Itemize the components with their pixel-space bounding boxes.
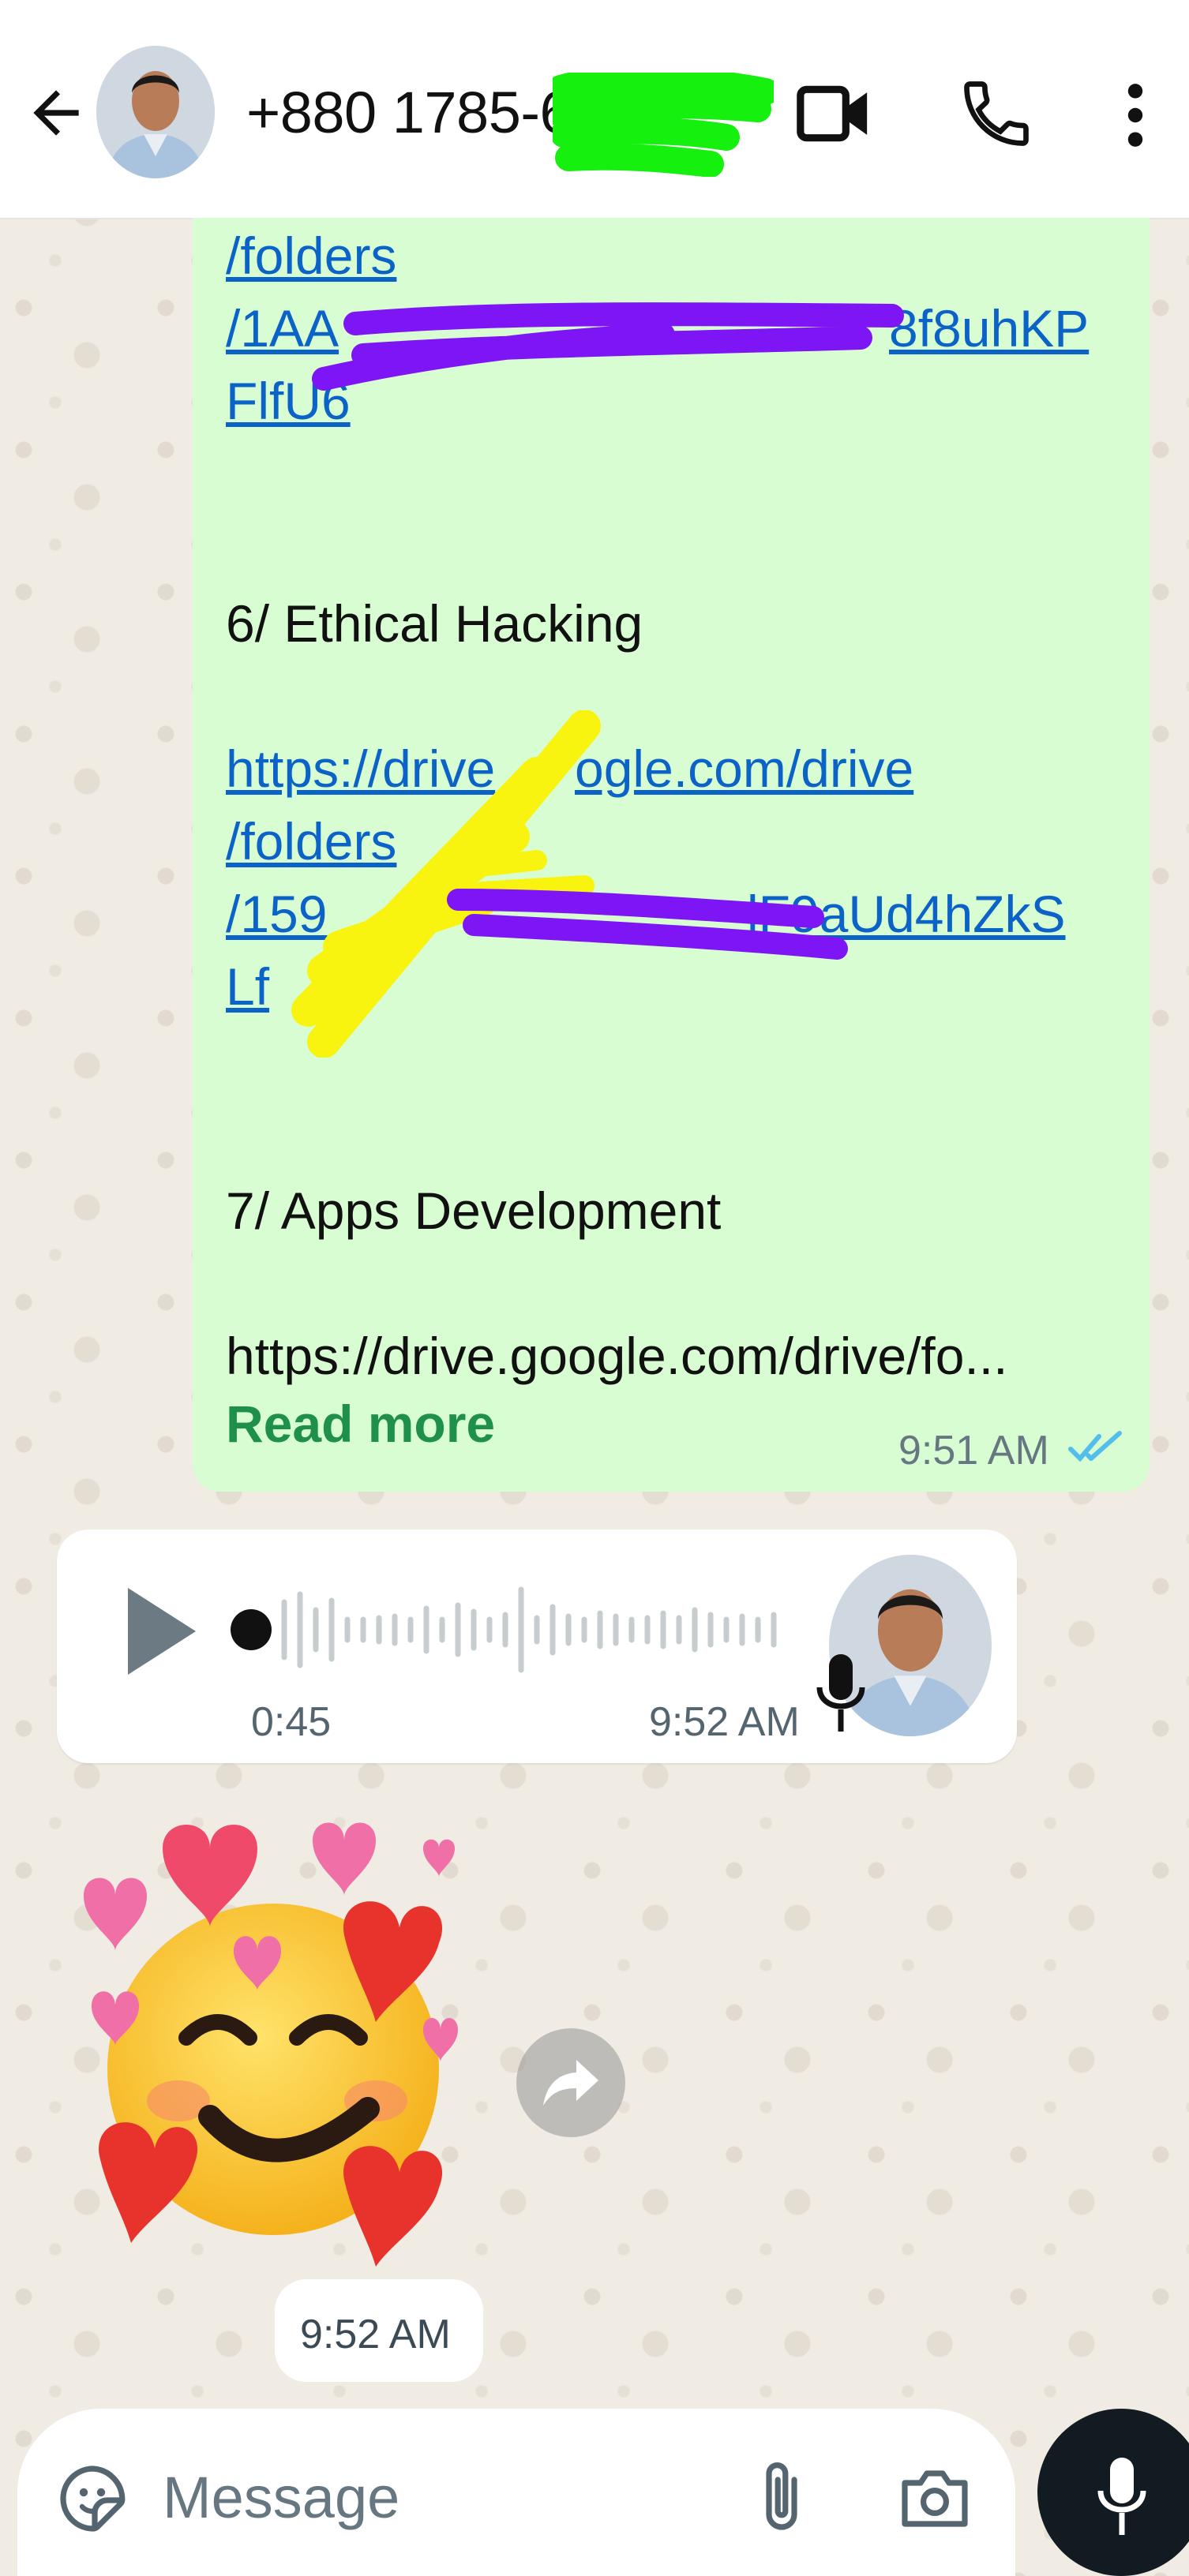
smiling-face-with-hearts-sticker[interactable] (76, 1801, 486, 2275)
voice-waveform[interactable] (229, 1578, 797, 1681)
attach-icon[interactable] (750, 2458, 813, 2540)
forward-button[interactable] (516, 2028, 625, 2137)
voice-duration: 0:45 (251, 1699, 332, 1745)
redaction-scribble (447, 889, 848, 960)
contact-name[interactable]: +880 1785-63 (246, 79, 604, 146)
video-call-icon[interactable] (794, 77, 873, 150)
phone-icon[interactable] (957, 74, 1036, 153)
contact-avatar[interactable] (96, 46, 215, 178)
camera-icon[interactable] (895, 2461, 974, 2537)
more-vert-icon[interactable] (1112, 79, 1159, 152)
message-text: https://drive.google.com/drive/fo... (226, 1327, 1008, 1385)
play-icon[interactable] (123, 1585, 199, 1678)
message-composer (17, 2409, 1015, 2576)
message-text: 6/ Ethical Hacking (226, 594, 643, 653)
back-arrow-icon[interactable] (22, 79, 90, 147)
redaction-scribble (553, 73, 774, 177)
sticker-icon[interactable] (55, 2461, 131, 2537)
forward-icon (543, 2060, 598, 2106)
microphone-icon (1097, 2458, 1146, 2535)
message-timestamp: 9:52 AM (649, 1699, 800, 1745)
message-input[interactable] (161, 2453, 717, 2541)
message-link[interactable]: ogle.com/drive (575, 739, 913, 799)
message-link[interactable]: Lf (226, 957, 269, 1017)
message-timestamp: 9:51 AM (898, 1428, 1049, 1473)
read-more-link[interactable]: Read more (226, 1394, 495, 1454)
chat-header: +880 1785-63 (0, 0, 1189, 219)
message-timestamp: 9:52 AM (300, 2312, 451, 2357)
microphone-icon (816, 1654, 865, 1732)
timestamp-pill: 9:52 AM (275, 2279, 483, 2382)
message-link[interactable]: 8f8uhKP (889, 298, 1089, 358)
read-receipt-icon (1068, 1431, 1122, 1462)
message-text: 7/ Apps Development (226, 1181, 722, 1240)
redaction-scribble (312, 302, 904, 391)
message-link[interactable]: /folders (226, 226, 396, 286)
